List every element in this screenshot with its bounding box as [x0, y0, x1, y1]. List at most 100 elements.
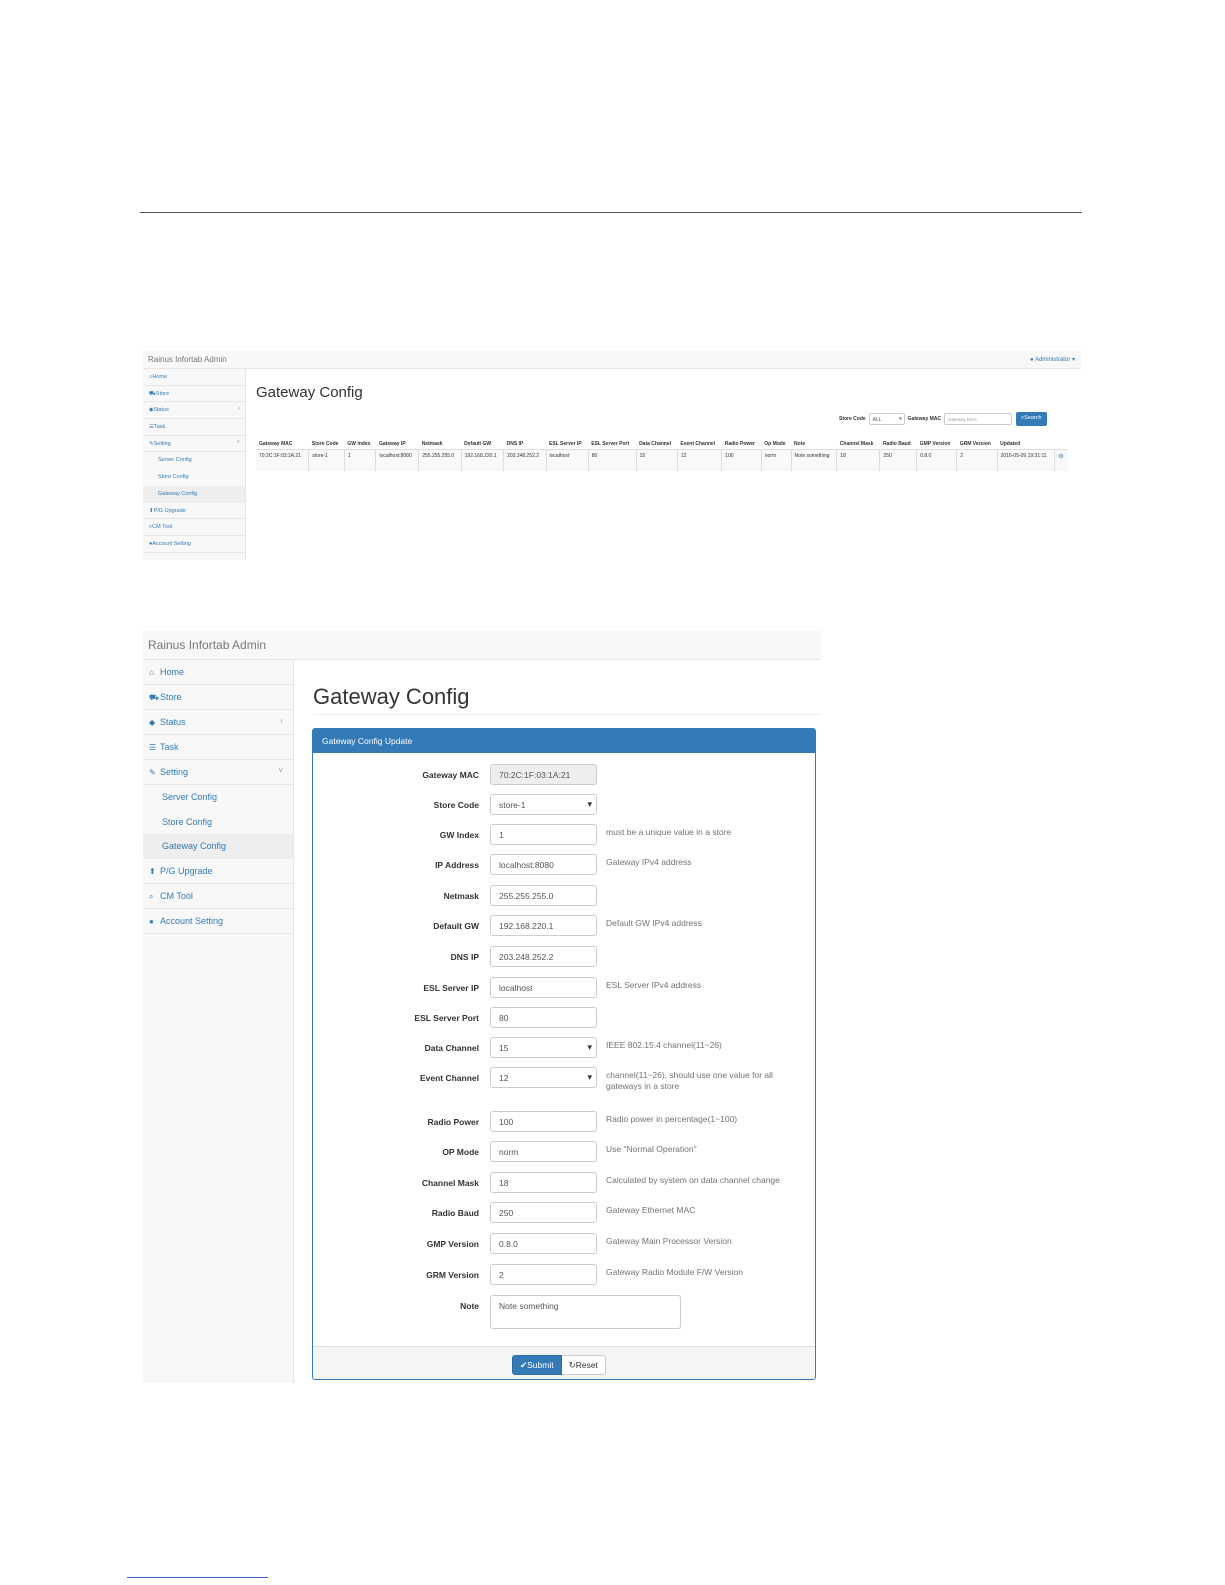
sidebar-item-p-g-upgrade[interactable]: ⬆P/G Upgrade [143, 503, 245, 520]
sidebar-item-label: CM Tool [160, 890, 193, 901]
default-gw-help-text: Default GW IPv4 address [606, 918, 702, 928]
sidebar-item-label: Home [152, 374, 167, 380]
sidebar-item-account-setting[interactable]: ●Account Setting [143, 536, 245, 553]
brand[interactable]: Rainus Infortab Admin [148, 638, 266, 652]
radio-power-input[interactable]: 100 [490, 1111, 597, 1132]
sidebar-item-label: Task [153, 424, 166, 431]
form-row-netmask: Netmask 255.255.255.0 [313, 885, 815, 906]
store-code-select[interactable]: store-1 [490, 794, 597, 815]
form-row-radio-power: Radio Power 100 Radio power in percentage(… [313, 1111, 815, 1132]
sidebar-item-store-config[interactable]: Store Config [143, 469, 245, 486]
note-textarea[interactable]: Note something [490, 1295, 681, 1329]
tasks-icon: ☰ [149, 743, 157, 752]
op-mode-input[interactable]: norm [490, 1141, 597, 1162]
wrench-icon: ✎ [149, 768, 156, 777]
search-button[interactable]: ⌕Search [1016, 412, 1047, 426]
dns-ip-input[interactable]: 203.248.252.2 [490, 946, 597, 967]
column-header: Channel Mask [836, 429, 880, 450]
sidebar-item-server-config[interactable]: Server Config [143, 452, 245, 469]
column-header: GW Index [344, 429, 376, 450]
netmask-input[interactable]: 255.255.255.0 [490, 885, 597, 906]
sidebar-item-label: Status [160, 717, 186, 727]
table-cell: 12 [676, 449, 722, 471]
search-icon: ⌕ [149, 891, 154, 901]
channel-mask-label: Channel Mask [421, 1178, 479, 1188]
sidebar-item-task[interactable]: ☰Task [143, 419, 245, 436]
data-channel-label: Data Channel [424, 1043, 479, 1053]
op-mode-label: OP Mode [442, 1147, 479, 1157]
sidebar-item-home[interactable]: ⌂Home [143, 660, 293, 685]
page-title: Gateway Config [256, 384, 363, 401]
panel-title: Gateway Config Update [313, 729, 815, 753]
form-row-ip-address: IP Address localhost:8080 Gateway IPv4 add… [313, 854, 815, 875]
radio-baud-input[interactable]: 250 [490, 1202, 597, 1223]
default-gw-input[interactable]: 192.168.220.1 [490, 915, 597, 936]
esl-server-port-input[interactable]: 80 [490, 1007, 597, 1028]
table-cell: 250 [879, 449, 917, 471]
sidebar-item-gateway-config[interactable]: Gateway Config [143, 834, 293, 859]
sidebar-item-server-config[interactable]: Server Config [143, 785, 293, 810]
form-row-data-channel: Data Channel 15 IEEE 802.15.4 channel(11~2… [313, 1037, 815, 1058]
channel-mask-input[interactable]: 18 [490, 1172, 597, 1193]
radio-baud-help-text: Gateway Ethernet MAC [606, 1205, 696, 1215]
footnote-rule [127, 1577, 268, 1578]
note-label: Note [460, 1301, 479, 1311]
op-mode-help-text: Use "Normal Operation" [606, 1144, 697, 1154]
submit-button[interactable]: ✔Submit [512, 1355, 562, 1375]
sidebar-item-gateway-config[interactable]: Gateway Config [143, 485, 245, 503]
sidebar-item-store-config[interactable]: Store Config [143, 810, 293, 835]
grm-version-help-text: Gateway Radio Module F/W Version [606, 1267, 744, 1277]
form-row-grm-version: GRM Version 2 Gateway Radio Module F/W Ver… [313, 1264, 815, 1285]
table-cell: 18 [836, 449, 880, 471]
form-row-radio-baud: Radio Baud 250 Gateway Ethernet MAC [313, 1202, 815, 1223]
ip-address-label: IP Address [435, 860, 479, 870]
form-row-store-code: Store Code store-1 [313, 794, 815, 815]
form-row-gw-index: GW Index 1 must be a unique value in a sto… [313, 824, 815, 845]
sidebar-item-cm-tool[interactable]: ⌕ CM Tool [143, 884, 293, 909]
gw-index-input[interactable]: 1 [490, 824, 597, 845]
sidebar-item-store[interactable]: ⛟Store [143, 386, 245, 403]
column-header [1054, 429, 1068, 450]
gear-icon[interactable]: ⚙ [1054, 449, 1068, 471]
sidebar-item-task[interactable]: ☰Task [143, 735, 293, 760]
table-cell: 255.255.255.0 [418, 449, 462, 471]
grm-version-input[interactable]: 2 [490, 1264, 597, 1285]
table-cell: localhost:8080 [375, 449, 419, 471]
top-horizontal-rule [140, 212, 1082, 213]
sidebar-item-status[interactable]: ◆Status‹ [143, 402, 245, 420]
esl-server-ip-input[interactable]: localhost [490, 977, 597, 998]
column-header: Gateway MAC [256, 429, 309, 450]
column-header: DNS IP [503, 429, 547, 450]
column-header: Data Channel [636, 429, 678, 450]
sidebar-item-status[interactable]: ◆Status‹ [143, 710, 293, 735]
brand[interactable]: Rainus Infortab Admin [148, 355, 227, 364]
sidebar-item-label: Gateway Config [162, 841, 227, 851]
sidebar-item-setting[interactable]: ✎Setting˅ [143, 436, 245, 453]
gmp-version-input[interactable]: 0.8.0 [490, 1233, 597, 1254]
sidebar-item-label: Store [160, 692, 182, 702]
sidebar-item-setting[interactable]: ✎Setting˅ [143, 760, 293, 785]
sidebar-item-cm-tool[interactable]: ⌕CM Tool [143, 519, 245, 536]
sidebar-item-p-g-upgrade[interactable]: ⬆P/G Upgrade [143, 859, 293, 884]
event-channel-select[interactable]: 12 [490, 1067, 597, 1088]
sidebar-item-label: CM Tool [152, 524, 173, 531]
esl-server-ip-label: ESL Server IP [423, 983, 479, 993]
sidebar-item-label: Gateway Config [158, 490, 198, 497]
store-code-select[interactable]: ALL [868, 413, 905, 425]
chevron-icon: ˅ [236, 439, 240, 446]
gateway-mac-input[interactable]: Gateway MAC [944, 413, 1013, 425]
esl-server-ip-help-text: ESL Server IPv4 address [606, 980, 702, 990]
sidebar-item-home[interactable]: ⌂Home [143, 369, 245, 386]
netmask-label: Netmask [443, 891, 479, 901]
column-header: Default GW [461, 429, 504, 450]
table-cell: norm [760, 449, 792, 471]
column-header: Netmask [418, 429, 462, 450]
reset-button[interactable]: ↻Reset [561, 1355, 606, 1375]
column-header: Updated [997, 429, 1055, 450]
user-menu[interactable]: ● Administrator ▾ [1030, 356, 1075, 363]
gateway-config-list-screenshot: Rainus Infortab Admin ● Administrator ▾ … [143, 351, 1081, 560]
sidebar-item-store[interactable]: ⛟Store [143, 685, 293, 710]
sidebar-item-account-setting[interactable]: ●Account Setting [143, 909, 293, 934]
ip-address-input[interactable]: localhost:8080 [490, 854, 597, 875]
data-channel-select[interactable]: 15 [490, 1037, 597, 1058]
